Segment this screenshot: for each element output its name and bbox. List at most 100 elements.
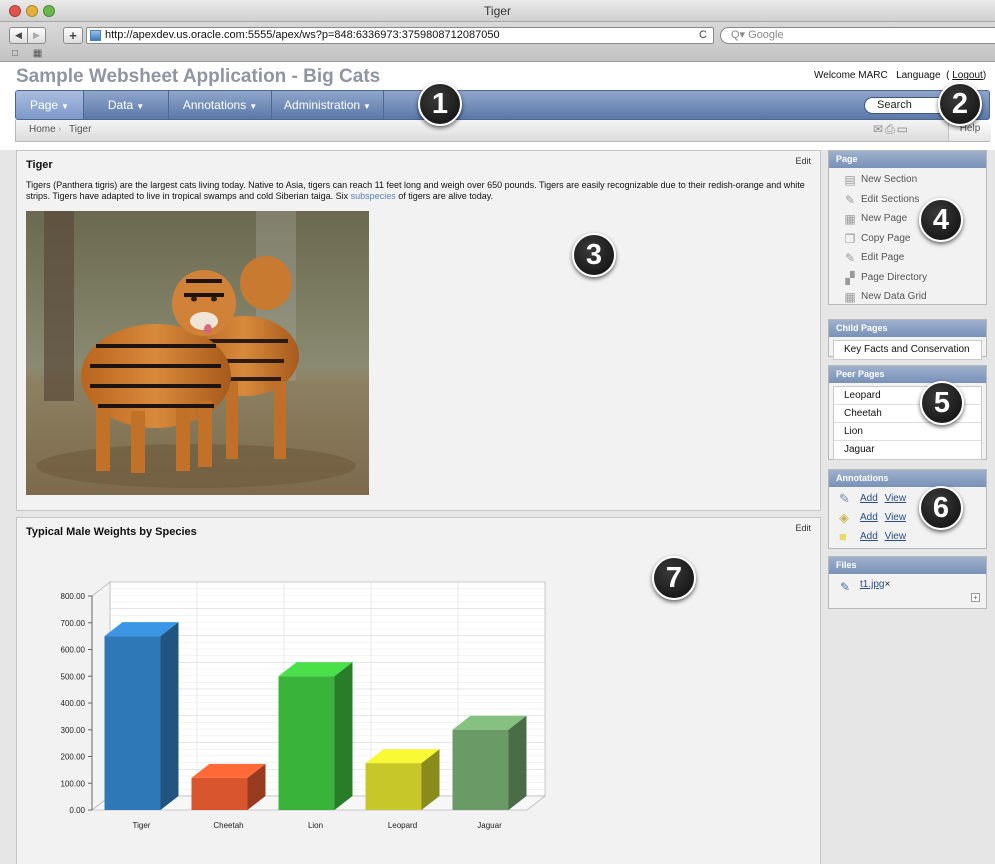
callout-5: 5 [920,381,964,425]
edit-page-icon: ✎ [844,251,856,265]
view-link[interactable]: View [885,512,907,523]
copy-page-link[interactable]: ❐ Copy Page [829,229,986,249]
y-tick-label: 800.00 [61,592,86,601]
address-bar[interactable]: http://apexdev.us.oracle.com:5555/apex/w… [86,27,714,44]
menu-administration[interactable]: Administration ▼ [272,91,384,119]
browser-toolbar: ◀ ▶ + http://apexdev.us.oracle.com:5555/… [0,22,995,62]
new-data-grid-link[interactable]: ▦ New Data Grid [829,287,986,307]
page-directory-link[interactable]: ▞ Page Directory [829,268,986,288]
menu-annotations-label: Annotations [182,98,247,112]
sticky-note-icon: ■ [839,529,847,544]
new-data-grid-label: New Data Grid [861,291,927,302]
caret-down-icon: ▼ [136,102,145,111]
copy-page-icon: ❐ [844,231,856,246]
x-tick-label: Leopard [388,821,417,830]
window-titlebar: Tiger [0,0,995,22]
section-title: Tiger [26,159,53,171]
region-title: Annotations [829,470,986,487]
menu-administration-label: Administration [284,98,361,112]
bar-lion [278,676,335,810]
body-text-end: of tigers are alive today. [395,191,494,201]
copy-page-label: Copy Page [861,232,911,244]
x-tick-label: Cheetah [213,821,243,830]
child-page-link[interactable]: Key Facts and Conservation [834,341,981,359]
new-page-label: New Page [861,213,908,224]
bar-cheetah [191,777,248,810]
view-link[interactable]: View [885,493,907,504]
bar-side-lion [334,662,353,810]
breadcrumb-current: Tiger [69,124,92,135]
menu-data[interactable]: Data ▼ [84,91,169,119]
language-link[interactable]: Language [896,70,941,81]
y-tick-label: 300.00 [61,726,86,735]
add-bookmark-button[interactable]: + [63,27,83,44]
back-button[interactable]: ◀ [9,27,28,44]
add-link[interactable]: Add [860,531,878,542]
menu-annotations[interactable]: Annotations ▼ [169,91,272,119]
edit-page-link[interactable]: ✎ Edit Page [829,248,986,268]
breadcrumb-home[interactable]: Home [29,124,56,135]
bookmarks-icon[interactable]: □ ▦ [12,48,48,59]
bar-jaguar [452,729,509,810]
edit-sections-icon: ✎ [844,192,856,207]
callout-3: 3 [572,233,616,277]
edit-sections-label: Edit Sections [861,193,920,205]
bar-tiger [104,636,161,810]
add-file-icon[interactable]: + [971,593,980,602]
new-section-link[interactable]: ▤ New Section [829,170,986,190]
edit-section-link[interactable]: Edit [795,156,811,166]
remove-file-icon[interactable]: × [884,579,890,590]
chart-section: Typical Male Weights by Species Edit 0.0… [16,517,821,864]
edit-page-label: Edit Page [861,252,905,263]
bar-leopard [365,763,422,810]
page-directory-label: Page Directory [861,271,928,283]
subspecies-link[interactable]: subspecies [351,191,396,201]
logout-link[interactable]: Logout [952,70,983,81]
annotations-region: Annotations ✎ Add View ◈ Add View ■ Add … [828,469,987,549]
add-link[interactable]: Add [860,493,878,504]
new-section-label: New Section [861,174,918,185]
region-title: Child Pages [829,320,986,337]
y-tick-label: 600.00 [61,646,86,655]
child-pages-list: Key Facts and Conservation [833,340,982,360]
note-icon: ✎ [839,491,850,506]
y-tick-label: 400.00 [61,699,86,708]
callout-6: 6 [919,486,963,530]
edit-sections-link[interactable]: ✎ Edit Sections [829,190,986,210]
browser-search-field[interactable]: Q▾ Google [720,27,995,44]
presentation-icon[interactable]: ▭ [897,122,910,136]
url-text: http://apexdev.us.oracle.com:5555/apex/w… [105,29,500,41]
y-tick-label: 700.00 [61,619,86,628]
region-title: Peer Pages [829,366,986,383]
caret-down-icon: ▼ [249,102,258,111]
attachment-icon: ✎ [840,580,851,594]
user-bar: Welcome MARC Language ( Logout) [814,70,987,81]
menu-page-label: Page [30,98,59,112]
file-item: ✎ t1.jpg× [829,576,986,594]
tiger-photo [26,211,369,495]
reload-icon[interactable]: C [699,28,707,43]
callout-1: 1 [418,82,462,126]
weights-bar-chart: 0.00 100.00 200.00 300.00 400.00 500.00 600.00… [61,581,547,830]
y-tick-label: 500.00 [61,672,86,681]
callout-7: 7 [652,556,696,600]
forward-button[interactable]: ▶ [27,27,46,44]
y-tick-label: 0.00 [69,806,85,815]
peer-page-link[interactable]: Jaguar [834,441,981,459]
caret-down-icon: ▼ [61,102,69,111]
annotations-list: ✎ Add View ◈ Add View ■ Add View [829,487,986,546]
welcome-text: Welcome MARC [814,70,888,81]
email-icon[interactable]: ✉ [873,122,885,136]
peer-page-link[interactable]: Lion [834,423,981,441]
bar-side-jaguar [508,715,527,810]
favicon-icon [90,30,101,41]
y-tick-label: 200.00 [61,753,86,762]
menu-page[interactable]: Page ▼ [16,91,84,119]
breadcrumb: Home › Tiger ✉⎙▭ Help [15,120,991,142]
add-link[interactable]: Add [860,512,878,523]
callout-2: 2 [938,82,982,126]
bar-side-tiger [160,622,179,810]
file-link[interactable]: t1.jpg [860,579,884,590]
view-link[interactable]: View [885,531,907,542]
print-icon[interactable]: ⎙ [885,122,897,136]
